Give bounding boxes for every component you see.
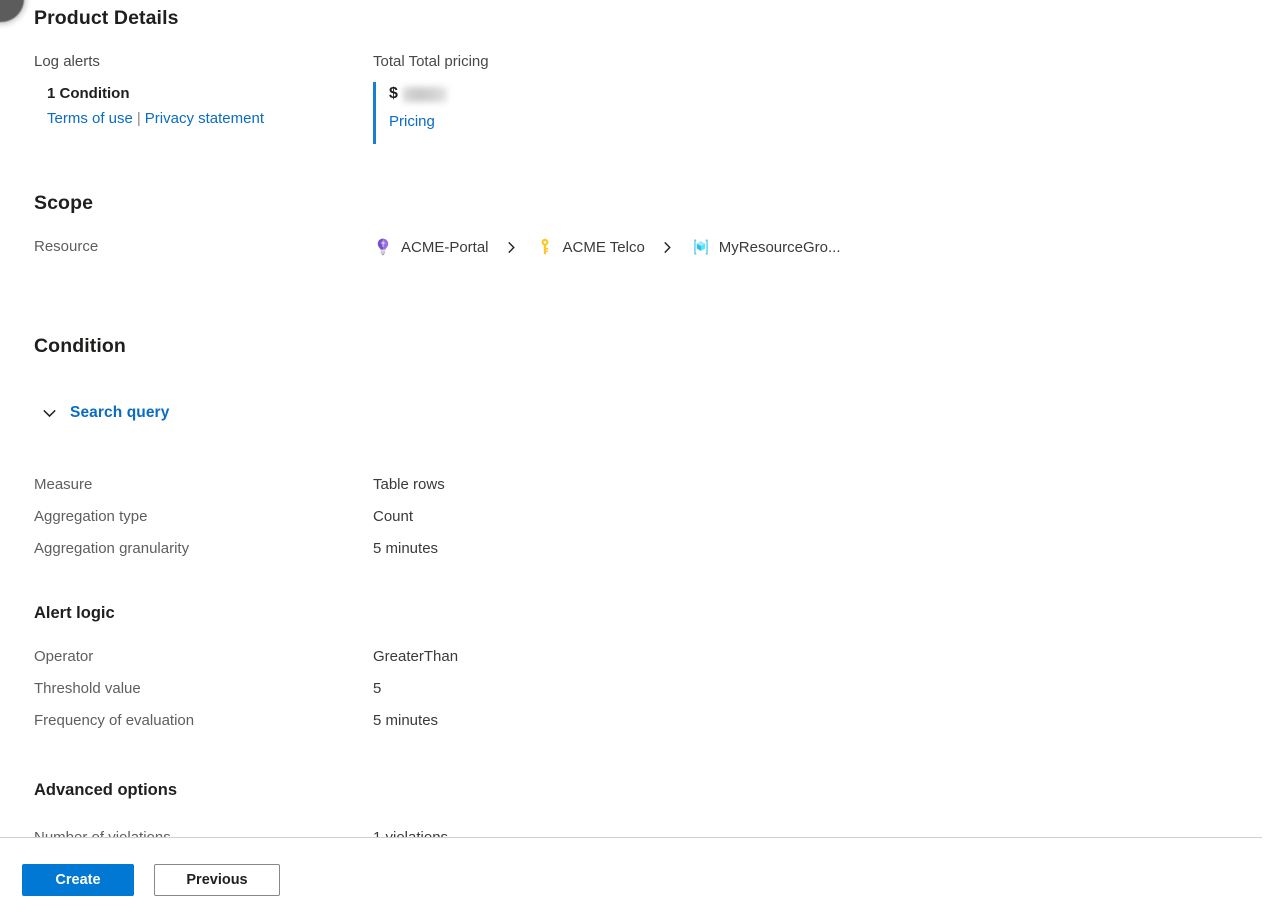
chevron-right-icon (645, 241, 691, 254)
threshold-value-value: 5 (373, 680, 382, 697)
scope-resource-label: Resource (34, 238, 99, 255)
condition-heading: Condition (34, 335, 126, 357)
price-row: $ (389, 82, 773, 106)
directory-lightbulb-icon (373, 237, 393, 257)
breadcrumb-item-subscription[interactable]: ACME Telco (535, 237, 645, 257)
breadcrumb-label-directory: ACME-Portal (401, 238, 489, 256)
breadcrumb-item-resource-group[interactable]: MyResourceGro... (691, 237, 841, 257)
advanced-options-heading: Advanced options (34, 781, 178, 799)
alert-logic-heading: Alert logic (34, 604, 115, 622)
footer-action-bar: Create Previous (0, 838, 1287, 915)
breadcrumb-label-subscription: ACME Telco (562, 238, 645, 256)
measure-label: Measure (34, 476, 93, 493)
breadcrumb-item-directory[interactable]: ACME-Portal (373, 237, 489, 257)
previous-button[interactable]: Previous (154, 864, 280, 896)
frequency-of-evaluation-label: Frequency of evaluation (34, 712, 195, 729)
advanced-options-rows: Number of violations 1 violations (34, 822, 934, 838)
threshold-value-label: Threshold value (34, 680, 141, 697)
scope-heading: Scope (34, 192, 94, 214)
chevron-down-icon (38, 402, 60, 424)
number-of-violations-value: 1 violations (373, 829, 449, 838)
log-alerts-body: 1 Condition Terms of use | Privacy stateme… (34, 82, 364, 132)
measure-value: Table rows (373, 476, 445, 493)
privacy-statement-link[interactable]: Privacy statement (145, 110, 264, 127)
total-pricing-label: Total Total pricing (373, 53, 489, 70)
resource-group-icon (691, 237, 711, 257)
review-create-content-pane: Product Details Log alerts 1 Condition T… (0, 0, 1287, 838)
kv-row: Aggregation granularity 5 minutes (34, 533, 934, 565)
pricing-link[interactable]: Pricing (389, 113, 435, 130)
terms-of-use-link[interactable]: Terms of use (47, 110, 133, 127)
product-details-right-column: Total Total pricing $ Pricing (373, 50, 773, 144)
aggregation-type-label: Aggregation type (34, 508, 148, 525)
condition-count-value: 1 Condition (47, 85, 130, 102)
currency-symbol: $ (389, 85, 398, 102)
pricing-link-row: Pricing (389, 108, 773, 135)
chevron-right-icon (489, 241, 535, 254)
subscription-key-icon (535, 237, 555, 257)
measure-rows: Measure Table rows Aggregation type Coun… (34, 469, 934, 565)
product-details-heading: Product Details (34, 7, 179, 29)
redacted-price-value (402, 86, 447, 102)
scope-breadcrumb: ACME-Portal ACME Telco MyResourceGro... (373, 234, 841, 260)
aggregation-granularity-label: Aggregation granularity (34, 540, 190, 557)
operator-label: Operator (34, 648, 94, 665)
link-separator: | (136, 110, 141, 127)
operator-value: GreaterThan (373, 648, 459, 665)
kv-row: Operator GreaterThan (34, 641, 934, 673)
aggregation-type-value: Count (373, 508, 414, 525)
kv-row: Measure Table rows (34, 469, 934, 501)
number-of-violations-label: Number of violations (34, 829, 171, 838)
pricing-body: $ Pricing (373, 82, 773, 144)
aggregation-granularity-value: 5 minutes (373, 540, 439, 557)
breadcrumb-label-resource-group: MyResourceGro... (718, 238, 841, 256)
alert-logic-rows: Operator GreaterThan Threshold value 5 F… (34, 641, 934, 737)
kv-row: Number of violations 1 violations (34, 822, 934, 838)
product-details-links: Terms of use | Privacy statement (47, 106, 364, 132)
search-query-toggle[interactable]: Search query (38, 399, 169, 427)
product-details-left-column: Log alerts 1 Condition Terms of use | Priv… (34, 50, 364, 132)
log-alerts-label: Log alerts (34, 53, 100, 70)
kv-row: Threshold value 5 (34, 673, 934, 705)
kv-row: Frequency of evaluation 5 minutes (34, 705, 934, 737)
create-button[interactable]: Create (22, 864, 134, 896)
kv-row: Aggregation type Count (34, 501, 934, 533)
frequency-of-evaluation-value: 5 minutes (373, 712, 439, 729)
search-query-label: Search query (70, 404, 170, 421)
